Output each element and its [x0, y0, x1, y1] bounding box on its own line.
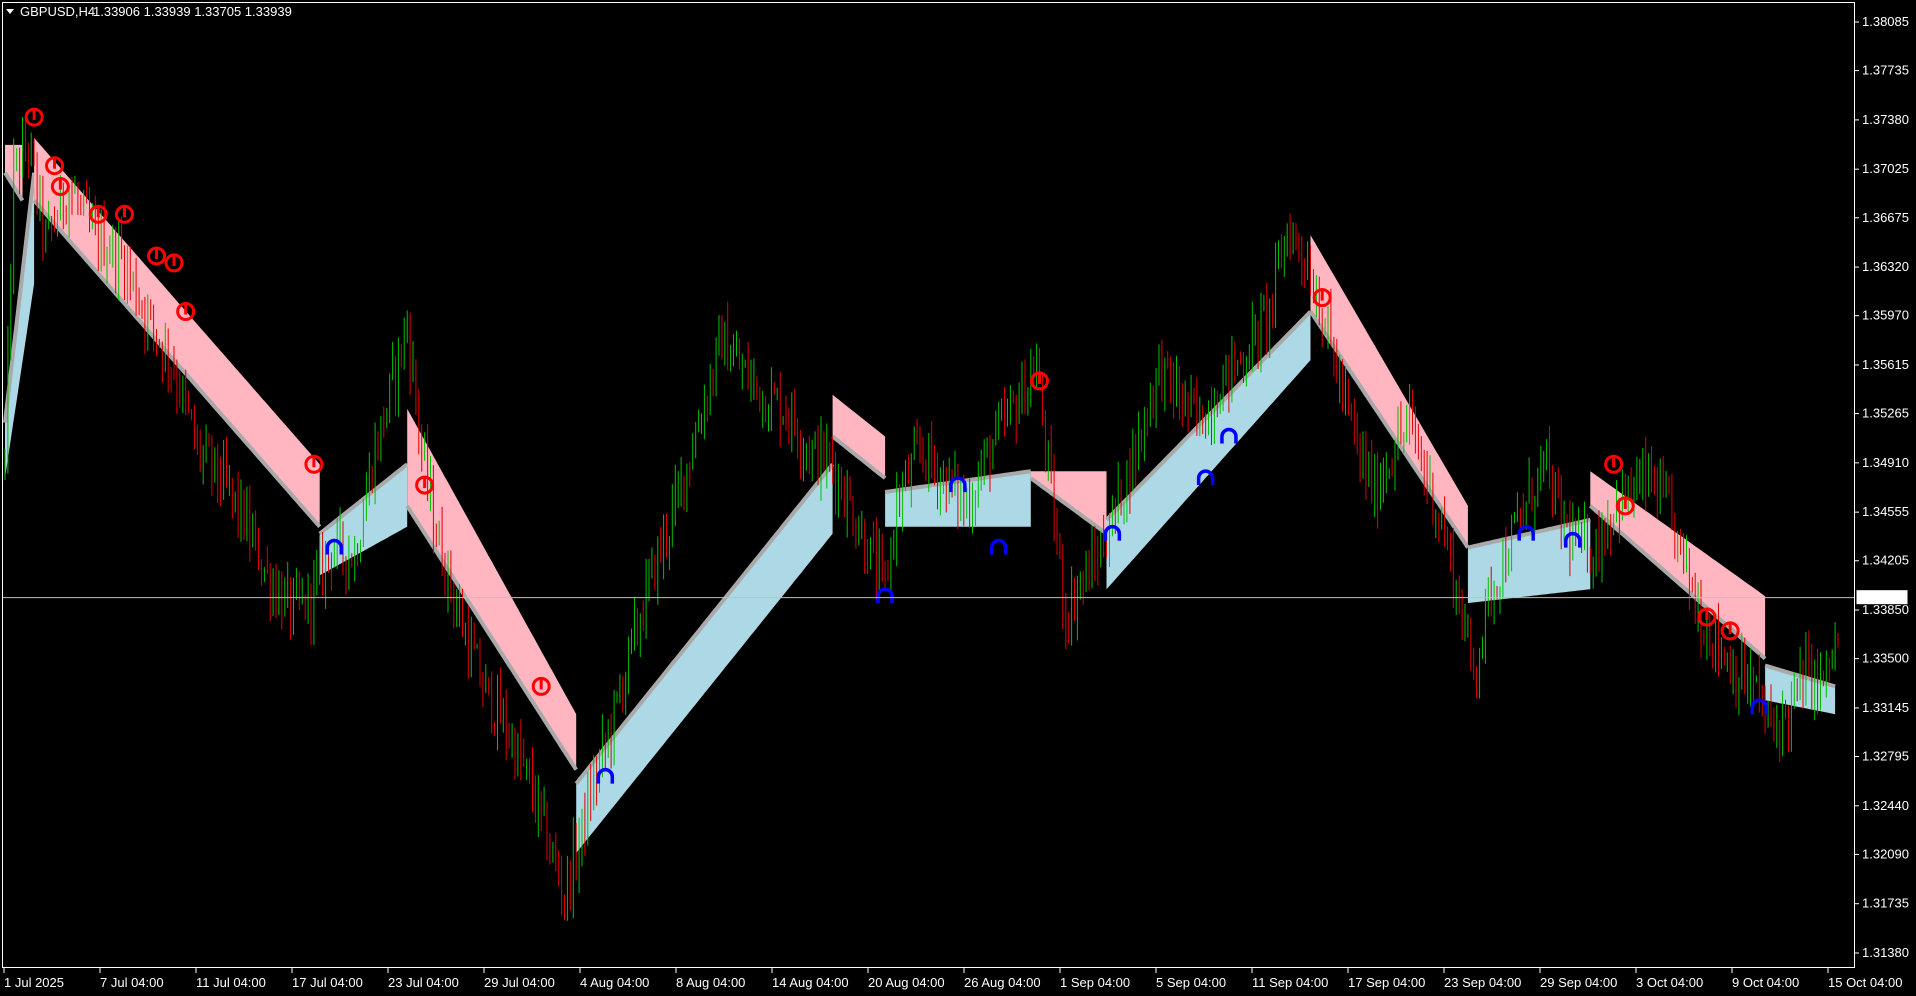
current-price-tag: 1.33939: [1855, 589, 1909, 606]
time-tick-label: 8 Aug 04:00: [676, 975, 745, 990]
price-tick-label: 1.37735: [1862, 63, 1909, 78]
price-tick-label: 1.35265: [1862, 406, 1909, 421]
time-tick-label: 17 Jul 04:00: [292, 975, 363, 990]
price-tick-label: 1.34910: [1862, 455, 1909, 470]
price-tick-label: 1.37380: [1862, 112, 1909, 127]
price-tick-label: 1.37025: [1862, 161, 1909, 176]
time-tick-label: 14 Aug 04:00: [772, 975, 849, 990]
time-tick-label: 7 Jul 04:00: [100, 975, 164, 990]
chart-window[interactable]: 1.38085 1.37735 1.37380 1.37025 1.36675 1.363…: [0, 0, 1916, 996]
price-tick-label: 1.36320: [1862, 259, 1909, 274]
time-tick-label: 15 Oct 04:00: [1828, 975, 1902, 990]
price-tick-label: 1.38085: [1862, 14, 1909, 29]
time-tick-label: 1 Sep 04:00: [1060, 975, 1130, 990]
chart-title[interactable]: GBPUSD,H4 1.33906 1.33939 1.33705 1.3393…: [6, 4, 292, 19]
price-tick-label: 1.36675: [1862, 210, 1909, 225]
price-tick-label: 1.35970: [1862, 308, 1909, 323]
time-tick-label: 1 Jul 2025: [4, 975, 64, 990]
price-tick-label: 1.32090: [1862, 846, 1909, 861]
price-tick-label: 1.33500: [1862, 651, 1909, 666]
time-tick-label: 11 Sep 04:00: [1252, 975, 1328, 990]
price-tick-label: 1.32795: [1862, 749, 1909, 764]
time-tick-label: 23 Sep 04:00: [1444, 975, 1521, 990]
price-tick-label: 1.31735: [1862, 896, 1909, 911]
chart-canvas[interactable]: 1.38085 1.37735 1.37380 1.37025 1.36675 1.363…: [0, 0, 1916, 996]
symbol-label: GBPUSD,H4: [20, 4, 95, 19]
time-tick-label: 26 Aug 04:00: [964, 975, 1041, 990]
current-price-label: 1.33939: [1859, 590, 1906, 605]
time-tick-label: 29 Jul 04:00: [484, 975, 555, 990]
price-tick-label: 1.32440: [1862, 798, 1909, 813]
ohlc-values: 1.33906 1.33939 1.33705 1.33939: [93, 4, 292, 19]
time-tick-label: 29 Sep 04:00: [1540, 975, 1617, 990]
price-tick-label: 1.34205: [1862, 553, 1909, 568]
price-tick-label: 1.35615: [1862, 357, 1909, 372]
time-tick-label: 11 Jul 04:00: [196, 975, 266, 990]
price-tick-label: 1.34555: [1862, 504, 1909, 519]
time-tick-label: 3 Oct 04:00: [1636, 975, 1703, 990]
time-tick-label: 20 Aug 04:00: [868, 975, 945, 990]
price-tick-label: 1.31380: [1862, 945, 1909, 960]
time-tick-label: 4 Aug 04:00: [580, 975, 649, 990]
time-tick-label: 5 Sep 04:00: [1156, 975, 1226, 990]
time-tick-label: 23 Jul 04:00: [388, 975, 459, 990]
time-tick-label: 9 Oct 04:00: [1732, 975, 1799, 990]
price-tick-label: 1.33145: [1862, 700, 1909, 715]
time-tick-label: 17 Sep 04:00: [1348, 975, 1425, 990]
